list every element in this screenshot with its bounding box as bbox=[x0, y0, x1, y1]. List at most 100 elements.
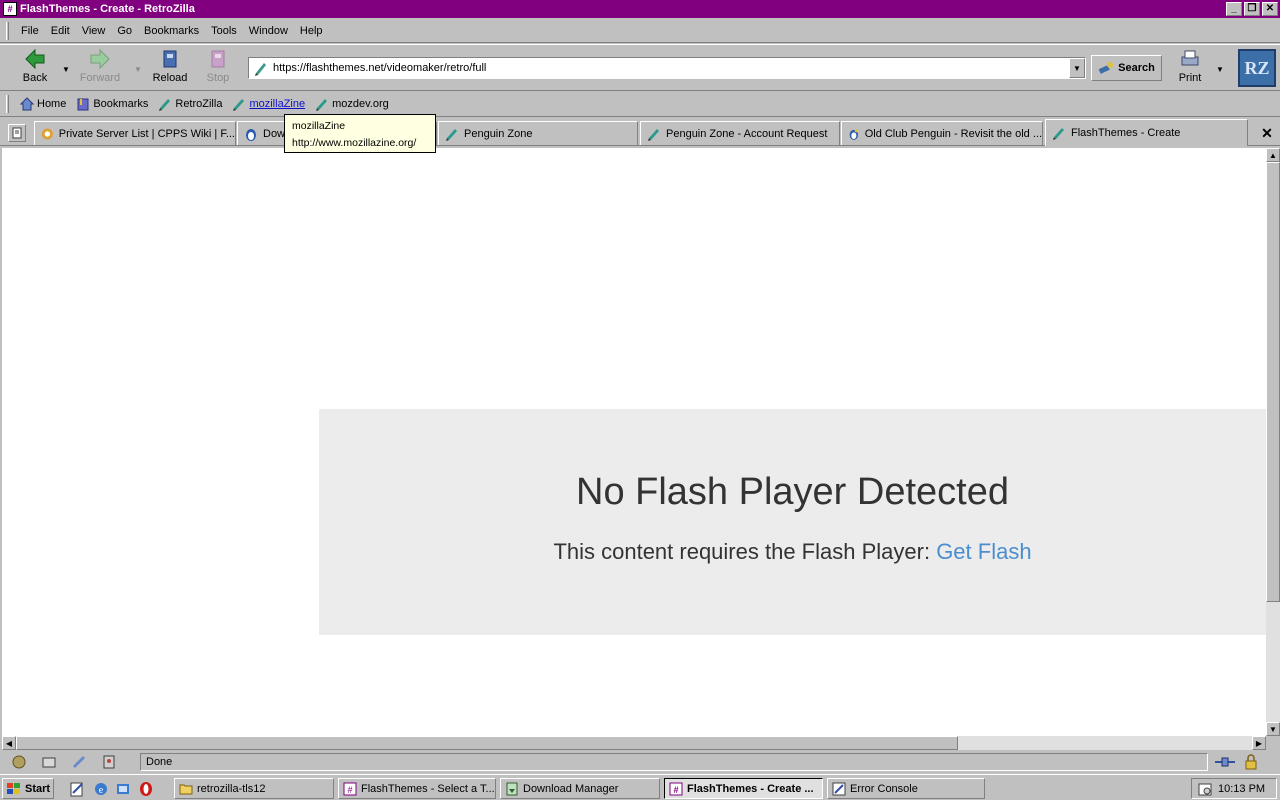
bookmark-tooltip: mozillaZine http://www.mozillazine.org/ bbox=[284, 114, 436, 153]
tab-label: FlashThemes - Create bbox=[1071, 127, 1181, 139]
navigator-icon[interactable] bbox=[8, 753, 30, 771]
close-window-button[interactable]: ✕ bbox=[1262, 2, 1278, 16]
penguin-favicon-icon bbox=[246, 128, 256, 141]
new-tab-icon bbox=[12, 127, 22, 139]
bookmark-mozdev[interactable]: mozdev.org bbox=[310, 94, 394, 114]
menu-window[interactable]: Window bbox=[243, 23, 294, 39]
print-button[interactable]: Print bbox=[1172, 48, 1208, 88]
tab-penguin-zone[interactable]: Penguin Zone bbox=[438, 121, 638, 145]
retrozilla-logo[interactable]: RZ bbox=[1238, 49, 1276, 87]
menu-edit[interactable]: Edit bbox=[45, 23, 76, 39]
scroll-down-button[interactable]: ▼ bbox=[1266, 722, 1280, 736]
svg-text:#: # bbox=[347, 785, 352, 795]
quicklaunch-ie-icon[interactable]: e bbox=[92, 780, 110, 798]
stop-icon bbox=[207, 48, 229, 70]
scroll-up-button[interactable]: ▲ bbox=[1266, 148, 1280, 162]
task-label: FlashThemes - Select a T... bbox=[361, 782, 495, 795]
close-tab-button[interactable]: ✕ bbox=[1258, 124, 1276, 142]
penguin-favicon-icon bbox=[849, 128, 859, 140]
pen-icon bbox=[1053, 128, 1064, 140]
start-button[interactable]: Start bbox=[2, 778, 54, 799]
bookmarks-menu-button[interactable]: Bookmarks bbox=[71, 94, 153, 114]
new-tab-button[interactable] bbox=[8, 124, 26, 142]
vertical-scrollbar[interactable]: ▲ ▼ bbox=[1266, 148, 1280, 736]
composer-icon[interactable] bbox=[68, 753, 90, 771]
print-options-dropdown[interactable]: ▼ bbox=[1216, 65, 1224, 74]
status-bar: Done bbox=[0, 751, 1280, 773]
back-button[interactable]: Back bbox=[13, 48, 57, 88]
tray-scheduler-icon[interactable] bbox=[1198, 782, 1212, 796]
url-history-dropdown[interactable]: ▼ bbox=[1069, 58, 1085, 78]
bookmark-mozillazine[interactable]: mozillaZine bbox=[227, 94, 310, 114]
horizontal-scroll-thumb[interactable] bbox=[16, 736, 958, 750]
menu-file[interactable]: File bbox=[15, 23, 45, 39]
bookmarks-icon bbox=[77, 98, 89, 111]
url-bar[interactable]: ▼ bbox=[248, 57, 1086, 79]
mail-icon[interactable] bbox=[38, 753, 60, 771]
retrozilla-label: RetroZilla bbox=[175, 98, 223, 110]
title-bar[interactable]: # FlashThemes - Create - RetroZilla _ ❐ … bbox=[0, 0, 1280, 18]
tray-clock[interactable]: 10:13 PM bbox=[1218, 783, 1265, 795]
retrozilla-app-icon: # bbox=[669, 782, 683, 795]
stop-button[interactable]: Stop bbox=[196, 48, 240, 88]
status-text: Done bbox=[146, 756, 173, 768]
quicklaunch-notepad-icon[interactable] bbox=[68, 780, 86, 798]
personal-toolbar-grip[interactable] bbox=[6, 95, 9, 113]
quicklaunch-opera-icon[interactable] bbox=[137, 780, 155, 798]
error-console-icon bbox=[832, 782, 846, 795]
quicklaunch-outlook-icon[interactable] bbox=[114, 780, 132, 798]
toolbar-grip[interactable] bbox=[6, 21, 9, 40]
menu-bookmarks[interactable]: Bookmarks bbox=[138, 23, 205, 39]
tab-label: Penguin Zone - Account Request bbox=[666, 127, 828, 140]
bookmark-retrozilla[interactable]: RetroZilla bbox=[153, 94, 227, 114]
print-label: Print bbox=[1178, 72, 1202, 84]
retrozilla-app-icon[interactable]: # bbox=[3, 2, 17, 16]
horizontal-scrollbar[interactable]: ◀ ▶ bbox=[2, 736, 1266, 750]
retrozilla-app-icon: # bbox=[343, 782, 357, 795]
tab-private-server-list[interactable]: Private Server List | CPPS Wiki | F... bbox=[34, 121, 236, 145]
pen-icon bbox=[159, 99, 171, 111]
address-book-icon[interactable] bbox=[98, 753, 120, 771]
tab-penguin-zone-account-request[interactable]: Penguin Zone - Account Request bbox=[640, 121, 840, 145]
menu-bar: File Edit View Go Bookmarks Tools Window… bbox=[0, 19, 1280, 43]
online-status-icon[interactable] bbox=[1214, 753, 1236, 771]
forward-label: Forward bbox=[79, 72, 121, 84]
task-flashthemes-select[interactable]: # FlashThemes - Select a T... bbox=[338, 778, 496, 799]
vertical-scroll-thumb[interactable] bbox=[1266, 162, 1280, 602]
reload-button[interactable]: Reload bbox=[148, 48, 192, 88]
get-flash-link[interactable]: Get Flash bbox=[936, 539, 1031, 564]
flash-player-notice: No Flash Player Detected This content re… bbox=[319, 409, 1266, 635]
scroll-right-button[interactable]: ▶ bbox=[1252, 736, 1266, 750]
pen-icon bbox=[446, 128, 457, 141]
search-label: Search bbox=[1118, 62, 1155, 74]
menu-tools[interactable]: Tools bbox=[205, 23, 243, 39]
back-history-dropdown[interactable]: ▼ bbox=[62, 65, 70, 74]
folder-icon bbox=[179, 784, 193, 794]
personal-toolbar: Home Bookmarks RetroZilla mozillaZine mo… bbox=[0, 92, 1280, 117]
minimize-button[interactable]: _ bbox=[1226, 2, 1242, 16]
tab-label: Private Server List | CPPS Wiki | F... bbox=[58, 127, 235, 140]
restore-button[interactable]: ❐ bbox=[1244, 2, 1260, 16]
task-flashthemes-create[interactable]: # FlashThemes - Create ... bbox=[664, 778, 823, 799]
search-button[interactable]: Search bbox=[1091, 55, 1162, 81]
bookmarks-label: Bookmarks bbox=[93, 98, 149, 110]
tab-flashthemes-create[interactable]: FlashThemes - Create bbox=[1045, 119, 1248, 146]
task-download-manager[interactable]: Download Manager bbox=[500, 778, 660, 799]
svg-text:e: e bbox=[99, 785, 104, 796]
menu-view[interactable]: View bbox=[76, 23, 112, 39]
home-icon bbox=[20, 97, 34, 111]
reload-icon bbox=[159, 48, 181, 70]
svg-text:#: # bbox=[673, 785, 678, 795]
task-error-console[interactable]: Error Console bbox=[827, 778, 985, 799]
menu-go[interactable]: Go bbox=[111, 23, 138, 39]
forward-button[interactable]: Forward bbox=[78, 48, 122, 88]
status-text-panel: Done bbox=[140, 753, 1208, 771]
forward-history-dropdown[interactable]: ▼ bbox=[134, 65, 142, 74]
task-retrozilla-tls12[interactable]: retrozilla-tls12 bbox=[174, 778, 334, 799]
url-input[interactable] bbox=[273, 62, 1069, 74]
security-lock-icon[interactable] bbox=[1240, 753, 1262, 771]
bookmark-home[interactable]: Home bbox=[15, 94, 71, 114]
menu-help[interactable]: Help bbox=[294, 23, 329, 39]
scroll-left-button[interactable]: ◀ bbox=[2, 736, 16, 750]
tab-old-club-penguin[interactable]: Old Club Penguin - Revisit the old ... bbox=[841, 121, 1043, 145]
